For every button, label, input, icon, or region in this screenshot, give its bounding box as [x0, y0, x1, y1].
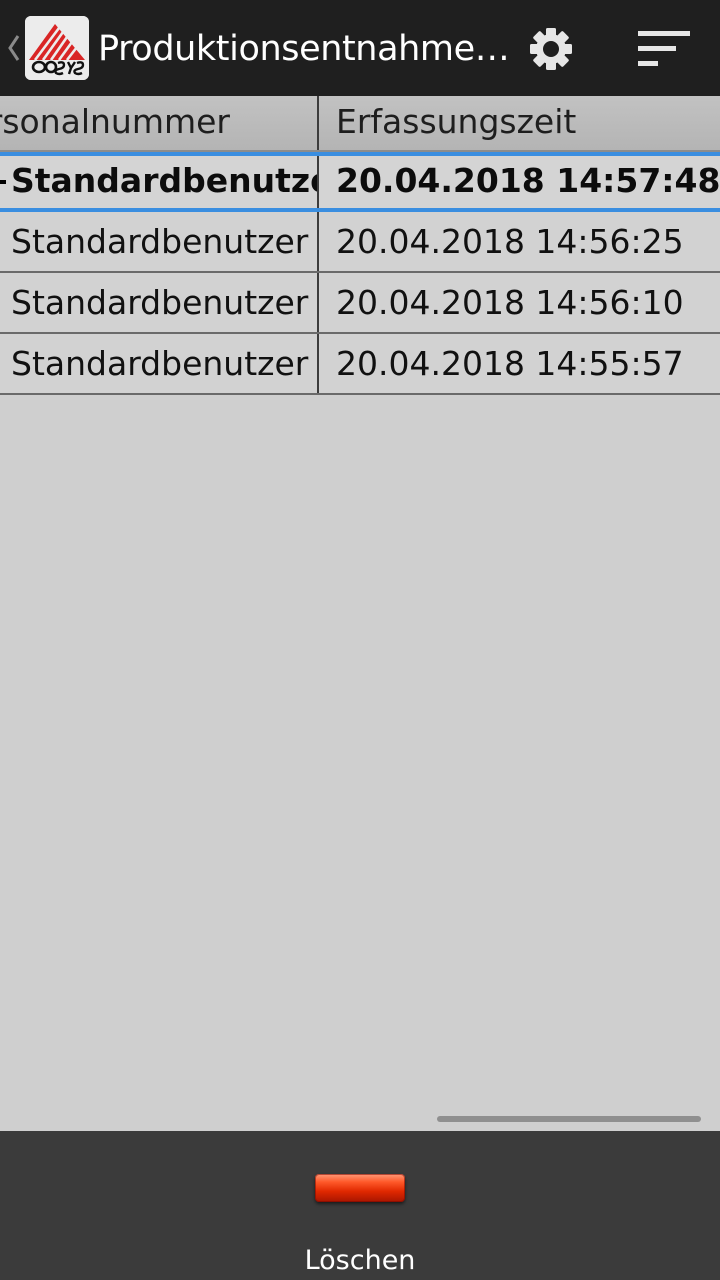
cell-erfassungszeit: 20.04.2018 14:56:10 — [319, 273, 720, 332]
gear-icon[interactable] — [522, 20, 580, 78]
cell-erfassungszeit: 20.04.2018 14:57:48 — [319, 156, 720, 208]
sort-lines-icon[interactable] — [630, 22, 696, 74]
cell-text: 20.04.2018 14:56:25 — [336, 222, 684, 261]
column-header-personalnummer[interactable]: rsonalnummer — [0, 96, 318, 150]
table-row[interactable]: Standardbenutzer 20.04.2018 14:56:25 — [0, 212, 720, 273]
app-logo[interactable] — [25, 16, 89, 80]
bottom-action-bar: Löschen — [0, 1131, 720, 1280]
cell-personalnummer: Standardbenutzer — [0, 273, 318, 332]
action-bar: Produktionsentnahme… — [0, 0, 720, 98]
cell-text: Standardbenutzer — [11, 283, 309, 322]
cell-text: 20.04.2018 14:56:10 — [336, 283, 684, 322]
table-header: rsonalnummer Erfassungszeit — [0, 96, 720, 152]
column-header-label: Erfassungszeit — [336, 102, 577, 141]
cell-erfassungszeit: 20.04.2018 14:55:57 — [319, 334, 720, 393]
column-header-erfassungszeit[interactable]: Erfassungszeit — [319, 96, 720, 150]
app-root: Produktionsentnahme… rsonalnummer Erfass… — [0, 0, 720, 1280]
table-row-selected[interactable]: Standardbenutzer 20.04.2018 14:57:48 — [0, 152, 720, 212]
minus-icon — [315, 1174, 405, 1202]
chevron-left-icon[interactable] — [4, 28, 22, 68]
cell-personalnummer: Standardbenutzer — [0, 334, 318, 393]
delete-label: Löschen — [304, 1245, 416, 1276]
table-row[interactable]: Standardbenutzer 20.04.2018 14:55:57 — [0, 334, 720, 395]
column-header-label: rsonalnummer — [0, 102, 230, 141]
screen-title: Produktionsentnahme… — [98, 29, 510, 69]
cell-personalnummer: Standardbenutzer — [0, 156, 318, 208]
data-table[interactable]: rsonalnummer Erfassungszeit Standardbenu… — [0, 96, 720, 395]
cell-text: Standardbenutzer — [11, 344, 309, 383]
cell-text: 20.04.2018 14:57:48 — [336, 161, 720, 200]
cell-text: Standardbenutzer — [11, 161, 318, 200]
cell-personalnummer: Standardbenutzer — [0, 212, 318, 271]
cosys-logo-icon — [25, 16, 89, 80]
cell-text: 20.04.2018 14:55:57 — [336, 344, 684, 383]
horizontal-scrollbar[interactable] — [437, 1116, 701, 1122]
cell-text: Standardbenutzer — [11, 222, 309, 261]
cell-erfassungszeit: 20.04.2018 14:56:25 — [319, 212, 720, 271]
delete-button[interactable]: Löschen — [0, 1131, 720, 1280]
table-row[interactable]: Standardbenutzer 20.04.2018 14:56:10 — [0, 273, 720, 334]
